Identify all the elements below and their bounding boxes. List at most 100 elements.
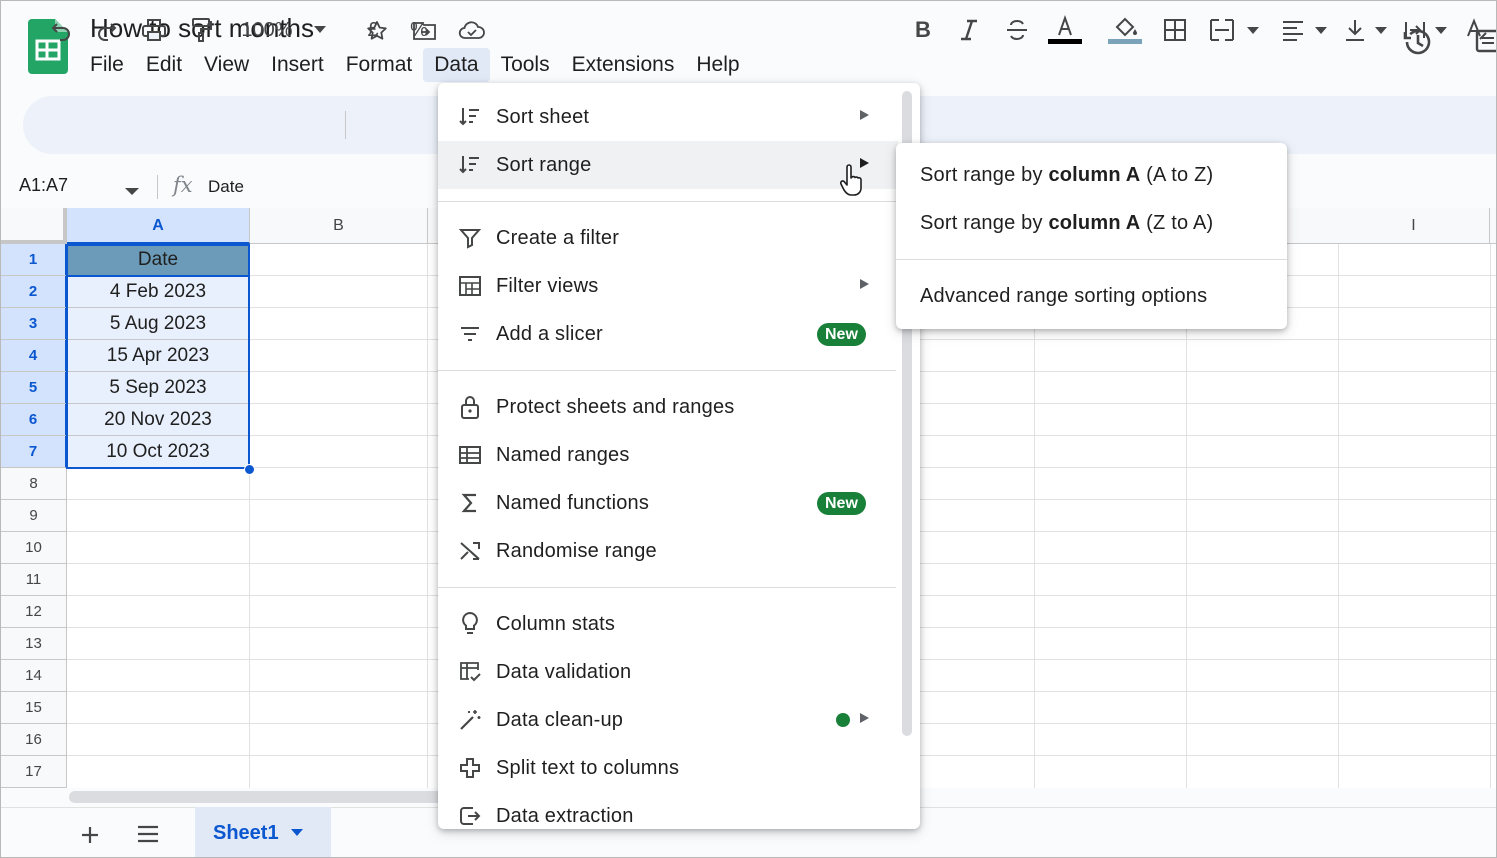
column-header-i[interactable]: I — [1338, 208, 1490, 244]
menu-divider — [438, 587, 896, 588]
menu-extensions[interactable]: Extensions — [561, 48, 686, 82]
sort-icon — [458, 153, 482, 177]
redo-icon[interactable] — [93, 15, 121, 45]
select-all-corner[interactable] — [1, 208, 67, 244]
column-header-a[interactable]: A — [67, 208, 250, 244]
row-header[interactable]: 13 — [1, 628, 67, 660]
new-badge: New — [817, 323, 866, 346]
slicer-icon — [458, 322, 482, 346]
formula-input[interactable]: Date — [208, 177, 244, 197]
vertical-align-icon[interactable] — [1343, 15, 1389, 45]
menu-item-create-filter[interactable]: Create a filter — [438, 214, 898, 262]
name-box[interactable]: A1:A7 — [19, 175, 68, 196]
row-header[interactable]: 4 — [1, 340, 67, 372]
horizontal-scrollbar[interactable] — [69, 791, 449, 803]
menu-item-named-functions[interactable]: Named functions New — [438, 479, 898, 527]
row-header[interactable]: 7 — [1, 436, 67, 468]
filter-views-icon — [458, 274, 482, 298]
italic-icon[interactable] — [957, 15, 981, 45]
zoom-dropdown-icon[interactable] — [311, 15, 329, 45]
sheet-tab-sheet1[interactable]: Sheet1 — [195, 807, 331, 857]
menu-data[interactable]: Data — [423, 48, 490, 82]
menu-item-filter-views[interactable]: Filter views — [438, 262, 898, 310]
cell-a6[interactable]: 20 Nov 2023 — [67, 404, 249, 436]
status-dot — [836, 713, 850, 727]
cell-a7[interactable]: 10 Oct 2023 — [67, 436, 249, 468]
column-header-b[interactable]: B — [250, 208, 428, 244]
menu-item-split-text[interactable]: Split text to columns — [438, 744, 898, 792]
sort-range-a-to-z[interactable]: Sort range by column A (A to Z) — [896, 151, 1287, 199]
cell-a3[interactable]: 5 Aug 2023 — [67, 308, 249, 340]
split-columns-icon — [458, 756, 482, 780]
sort-icon — [458, 105, 482, 129]
row-header[interactable]: 3 — [1, 308, 67, 340]
menu-item-named-ranges[interactable]: Named ranges — [438, 431, 898, 479]
row-header[interactable]: 9 — [1, 500, 67, 532]
menu-format[interactable]: Format — [335, 48, 424, 82]
currency-format-button[interactable]: £ — [361, 15, 385, 45]
fill-handle[interactable] — [244, 464, 255, 475]
menu-edit[interactable]: Edit — [135, 48, 193, 82]
borders-icon[interactable] — [1161, 15, 1189, 45]
sheets-window: How to sort months File Edit View Insert… — [0, 0, 1497, 858]
paint-format-icon[interactable] — [187, 15, 215, 45]
add-sheet-icon[interactable] — [77, 819, 103, 854]
name-box-dropdown-icon[interactable] — [125, 183, 139, 201]
row-header[interactable]: 15 — [1, 692, 67, 724]
menu-item-data-extraction[interactable]: Data extraction — [438, 792, 898, 829]
all-sheets-icon[interactable] — [135, 823, 161, 850]
menu-item-protect-sheets[interactable]: Protect sheets and ranges — [438, 383, 898, 431]
text-wrapping-icon[interactable] — [1403, 15, 1451, 45]
cloud-saved-icon[interactable] — [458, 17, 486, 45]
grid-line — [1490, 244, 1491, 788]
menu-item-add-slicer[interactable]: Add a slicer New — [438, 310, 898, 358]
row-header[interactable]: 8 — [1, 468, 67, 500]
text-color-icon[interactable] — [1047, 15, 1083, 45]
strikethrough-icon[interactable] — [1003, 15, 1031, 45]
row-header[interactable]: 6 — [1, 404, 67, 436]
menu-file[interactable]: File — [79, 48, 135, 82]
active-cell-border — [66, 244, 250, 277]
percent-format-button[interactable]: % — [407, 15, 431, 45]
menu-item-sort-range[interactable]: Sort range — [438, 141, 898, 189]
cell-a4[interactable]: 15 Apr 2023 — [67, 340, 249, 372]
cell-a5[interactable]: 5 Sep 2023 — [67, 372, 249, 404]
menu-insert[interactable]: Insert — [260, 48, 335, 82]
row-header[interactable]: 17 — [1, 756, 67, 788]
horizontal-align-icon[interactable] — [1281, 15, 1331, 45]
row-header[interactable]: 14 — [1, 660, 67, 692]
cell-a2[interactable]: 4 Feb 2023 — [67, 276, 249, 308]
row-header[interactable]: 1 — [1, 244, 67, 276]
zoom-select[interactable]: 100% — [235, 15, 299, 45]
merge-cells-icon[interactable] — [1209, 15, 1259, 45]
row-header[interactable]: 11 — [1, 564, 67, 596]
fx-icon: fx — [173, 173, 193, 197]
undo-icon[interactable] — [47, 15, 75, 45]
print-icon[interactable] — [139, 15, 169, 45]
submenu-divider — [896, 259, 1287, 260]
sheet-tab-dropdown-icon[interactable] — [290, 829, 303, 837]
menu-tools[interactable]: Tools — [490, 48, 561, 82]
menu-item-column-stats[interactable]: Column stats — [438, 600, 898, 648]
submenu-arrow-icon — [860, 110, 869, 120]
row-header[interactable]: 10 — [1, 532, 67, 564]
menu-item-data-clean-up[interactable]: Data clean-up — [438, 696, 898, 744]
text-rotation-icon[interactable] — [1463, 15, 1491, 45]
row-header[interactable]: 12 — [1, 596, 67, 628]
row-header[interactable]: 2 — [1, 276, 67, 308]
row-header[interactable]: 16 — [1, 724, 67, 756]
bold-icon[interactable]: B — [911, 15, 935, 45]
menu-divider — [438, 201, 896, 202]
menu-item-randomise-range[interactable]: Randomise range — [438, 527, 898, 575]
menu-item-sort-sheet[interactable]: Sort sheet — [438, 93, 898, 141]
menu-help[interactable]: Help — [685, 48, 750, 82]
column-header-j[interactable] — [1490, 208, 1496, 244]
row-header[interactable]: 5 — [1, 372, 67, 404]
advanced-range-sorting[interactable]: Advanced range sorting options — [896, 272, 1287, 320]
toolbar-divider — [345, 111, 346, 139]
fill-color-icon[interactable] — [1107, 15, 1143, 45]
menu-item-data-validation[interactable]: Data validation — [438, 648, 898, 696]
menu-view[interactable]: View — [193, 48, 260, 82]
new-badge: New — [817, 492, 866, 515]
sort-range-z-to-a[interactable]: Sort range by column A (Z to A) — [896, 199, 1287, 247]
